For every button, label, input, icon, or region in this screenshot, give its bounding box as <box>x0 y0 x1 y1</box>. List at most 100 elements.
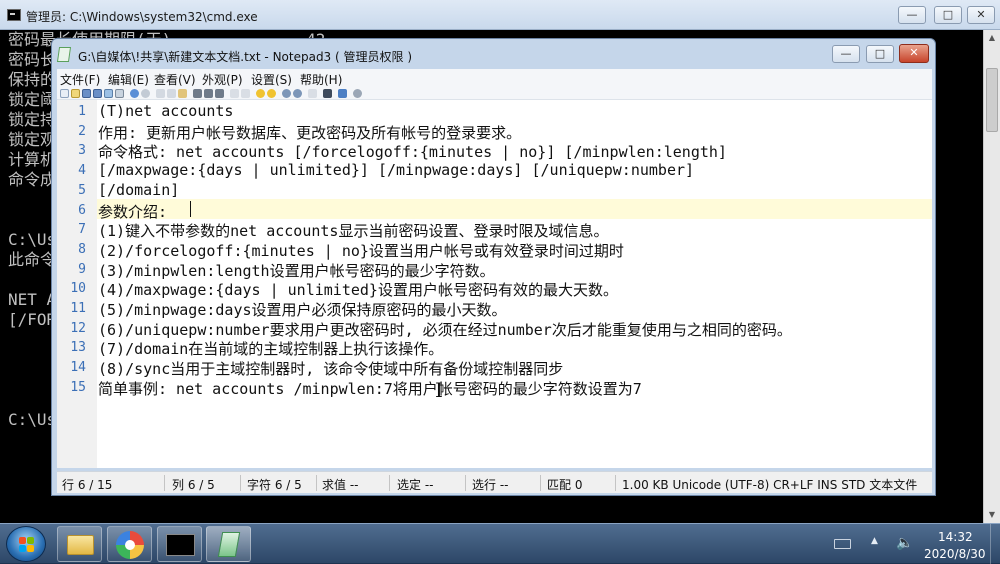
cmd-minimize-button[interactable]: — <box>898 6 926 24</box>
line-number: 4 <box>78 163 86 179</box>
taskbar-notepad3[interactable] <box>206 526 251 562</box>
editor-line[interactable]: (4)/maxpwage:{days | unlimited}设置用户帐号密码有… <box>98 279 618 300</box>
status-file-info[interactable]: 1.00 KB Unicode (UTF-8) CR+LF INS STD 文本… <box>622 476 917 493</box>
pin-icon[interactable] <box>338 89 347 98</box>
status-character[interactable]: 字符 6 / 5 <box>247 476 302 493</box>
line-number: 5 <box>78 182 86 198</box>
editor-line[interactable]: (T)net accounts <box>98 102 233 120</box>
chrome-icon <box>116 531 144 559</box>
paste-icon[interactable] <box>178 89 187 98</box>
add-favorite-icon[interactable] <box>267 89 276 98</box>
zoom-in-icon[interactable] <box>282 89 291 98</box>
ibeam-cursor-icon: I <box>435 378 443 402</box>
menu-help[interactable]: 帮助(H) <box>300 71 342 88</box>
taskbar: ▲ 🔈 14:32 2020/8/30 <box>0 523 1000 564</box>
menu-settings[interactable]: 设置(S) <box>251 71 292 88</box>
new-file-icon[interactable] <box>60 89 69 98</box>
print-icon[interactable] <box>104 89 113 98</box>
notepad3-window: G:\自媒体\!共享\新建文本文档.txt - Notepad3 ( 管理员权限… <box>51 38 936 496</box>
current-line-highlight <box>97 199 932 219</box>
save-icon[interactable] <box>82 89 91 98</box>
tray-expand-arrow-icon[interactable]: ▲ <box>871 536 878 546</box>
line-number: 13 <box>70 340 86 356</box>
status-evaluate[interactable]: 求值 -- <box>322 476 358 493</box>
show-desktop-button[interactable] <box>990 524 1000 564</box>
editor-line[interactable]: (5)/minpwage:days设置用户必须保持原密码的最小天数。 <box>98 299 507 320</box>
zoom-reset-icon[interactable] <box>241 89 250 98</box>
status-divider <box>164 475 165 491</box>
status-divider <box>389 475 390 491</box>
volume-icon[interactable]: 🔈 <box>896 535 913 551</box>
cmd-maximize-button[interactable]: □ <box>934 6 962 24</box>
clock-time[interactable]: 14:32 <box>938 530 973 544</box>
status-divider <box>465 475 466 491</box>
undo-icon[interactable] <box>130 89 139 98</box>
line-number: 14 <box>70 360 86 376</box>
line-number: 3 <box>78 143 86 159</box>
status-match[interactable]: 匹配 0 <box>547 476 582 493</box>
replace-icon[interactable] <box>215 89 224 98</box>
cmd-scrollbar-thumb[interactable] <box>986 68 998 132</box>
keyboard-icon[interactable] <box>834 539 851 549</box>
editor-line[interactable]: (2)/forcelogoff:{minutes | no}设置当用户帐号或有效… <box>98 240 624 261</box>
start-button[interactable] <box>6 526 46 562</box>
reload-icon[interactable] <box>115 89 124 98</box>
redo-icon[interactable] <box>141 89 150 98</box>
editor-line[interactable]: [/domain] <box>98 181 179 199</box>
cmd-scrollbar[interactable]: ▲ ▼ <box>983 30 1000 523</box>
editor-line[interactable]: (1)键入不带参数的net accounts显示当前密码设置、登录时限及域信息。 <box>98 220 608 241</box>
zoom-out-icon[interactable] <box>293 89 302 98</box>
notepad3-app-icon <box>56 47 72 62</box>
status-column[interactable]: 列 6 / 5 <box>172 476 215 493</box>
status-selected-lines[interactable]: 选行 -- <box>472 476 508 493</box>
editor-line[interactable]: 命令格式: net accounts [/forcelogoff:{minute… <box>98 141 727 162</box>
editor-line[interactable]: [/maxpwage:{days | unlimited}] [/minpwag… <box>98 161 694 179</box>
schemes-icon[interactable] <box>308 89 317 98</box>
menu-appearance[interactable]: 外观(P) <box>202 71 243 88</box>
cut-icon[interactable] <box>156 89 165 98</box>
copy-icon[interactable] <box>167 89 176 98</box>
line-number: 1 <box>78 104 86 119</box>
status-divider <box>615 475 616 491</box>
status-line[interactable]: 行 6 / 15 <box>62 476 112 493</box>
notepad3-maximize-button[interactable]: □ <box>866 45 894 63</box>
taskbar-file-explorer[interactable] <box>57 526 102 562</box>
editor-line[interactable]: (6)/uniquepw:number要求用户更改密码时, 必须在经过numbe… <box>98 319 792 340</box>
editor[interactable]: 1 2 3 4 5 6 7 8 9 10 11 12 13 14 15 (T)net accounts 作用:… <box>57 100 932 468</box>
statusbar: 行 6 / 15 列 6 / 5 字符 6 / 5 求值 -- 选定 -- 选行… <box>57 471 932 493</box>
editor-line[interactable]: 作用: 更新用户帐号数据库、更改密码及所有帐号的登录要求。 <box>98 122 521 143</box>
favorites-icon[interactable] <box>256 89 265 98</box>
status-selection[interactable]: 选定 -- <box>397 476 433 493</box>
menu-file[interactable]: 文件(F) <box>60 71 100 88</box>
customize-icon[interactable] <box>323 89 332 98</box>
editor-line[interactable]: (3)/minpwlen:length设置用户帐号密码的最少字符数。 <box>98 260 495 281</box>
find-icon[interactable] <box>193 89 202 98</box>
status-divider <box>240 475 241 491</box>
notepad3-minimize-button[interactable]: — <box>832 45 860 63</box>
cmd-close-button[interactable]: ✕ <box>967 6 995 24</box>
notepad3-titlebar[interactable]: G:\自媒体\!共享\新建文本文档.txt - Notepad3 ( 管理员权限… <box>52 39 935 69</box>
cmd-titlebar[interactable]: 管理员: C:\Windows\system32\cmd.exe — □ ✕ <box>0 0 1000 30</box>
editor-line[interactable]: (7)/domain在当前域的主域控制器上执行该操作。 <box>98 338 443 359</box>
editor-line[interactable]: 参数介绍: <box>98 201 167 222</box>
goto-line-icon[interactable] <box>230 89 239 98</box>
menu-edit[interactable]: 编辑(E) <box>108 71 149 88</box>
notepad3-close-button[interactable]: ✕ <box>899 44 929 63</box>
terminal-icon <box>166 534 195 556</box>
scroll-up-arrow-icon[interactable]: ▲ <box>984 30 1000 46</box>
line-number: 6 <box>78 202 86 218</box>
open-file-icon[interactable] <box>71 89 80 98</box>
scroll-down-arrow-icon[interactable]: ▼ <box>984 507 1000 523</box>
cmd-window-title: 管理员: C:\Windows\system32\cmd.exe <box>26 10 258 24</box>
line-number: 10 <box>70 281 86 297</box>
line-number: 15 <box>70 379 86 395</box>
editor-line[interactable]: (8)/sync当用于主域控制器时, 该命令使域中所有备份域控制器同步 <box>98 358 563 379</box>
editor-line[interactable]: 简单事例: net accounts /minpwlen:7将用户帐号密码的最少… <box>98 378 642 399</box>
taskbar-chrome[interactable] <box>107 526 152 562</box>
clock-date[interactable]: 2020/8/30 <box>924 547 986 561</box>
taskbar-cmd[interactable] <box>157 526 202 562</box>
menu-view[interactable]: 查看(V) <box>154 71 196 88</box>
exit-icon[interactable] <box>353 89 362 98</box>
find-next-icon[interactable] <box>204 89 213 98</box>
save-as-icon[interactable] <box>93 89 102 98</box>
